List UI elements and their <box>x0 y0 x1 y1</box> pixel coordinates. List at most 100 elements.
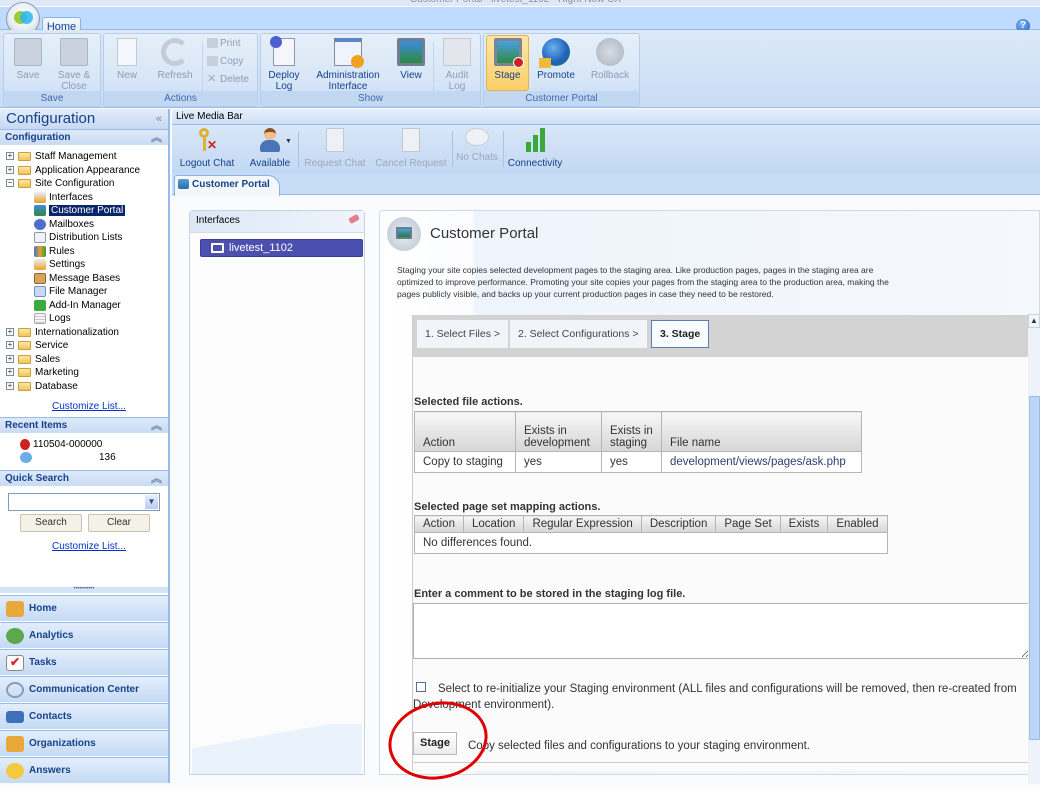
tree-item-database[interactable]: + Database <box>6 380 78 393</box>
promote-icon <box>539 38 570 68</box>
ribbon-group-customer-portal: Stage Promote Rollback Customer Portal <box>483 33 640 107</box>
view-button[interactable]: View <box>392 36 430 81</box>
folder-icon <box>18 178 31 188</box>
workspace-answers[interactable]: Answers <box>0 757 168 783</box>
recent-item[interactable]: 136 <box>20 451 116 464</box>
column-header: Location <box>462 515 525 533</box>
refresh-button[interactable]: Refresh <box>152 36 198 81</box>
page-icon <box>117 38 137 66</box>
mailbox-icon <box>34 218 46 230</box>
section-recent-items[interactable]: Recent Items ︽ <box>0 417 168 433</box>
expand-icon[interactable]: + <box>6 382 14 391</box>
workspace-home[interactable]: Home <box>0 595 168 621</box>
request-chat-icon <box>326 128 344 152</box>
tree-item-add-in-manager[interactable]: Add-In Manager <box>34 299 121 312</box>
tree-item-file-manager[interactable]: File Manager <box>34 285 107 298</box>
mapping-actions-heading: Selected page set mapping actions. <box>414 501 601 513</box>
administration-interface-button[interactable]: Administration Interface <box>309 36 387 92</box>
customize-list-link[interactable]: Customize List... <box>52 401 126 412</box>
tree-item-sales[interactable]: + Sales <box>6 353 60 366</box>
new-button[interactable]: New <box>108 36 146 81</box>
navigation-pane: Configuration « Configuration ︽ + Staff Man… <box>0 109 170 783</box>
collapse-section-icon[interactable]: ︽ <box>151 418 162 434</box>
copy-button[interactable]: Copy <box>207 53 243 71</box>
tree-item-marketing[interactable]: + Marketing <box>6 366 79 379</box>
scrollbar-thumb[interactable] <box>1029 396 1040 740</box>
tree-item-rules[interactable]: Rules <box>34 245 75 258</box>
reinitialize-checkbox[interactable] <box>416 682 426 692</box>
document-tab-strip <box>172 173 1040 195</box>
section-quick-search[interactable]: Quick Search ︽ <box>0 470 168 486</box>
no-chats-button[interactable]: No Chats <box>455 128 499 163</box>
search-button[interactable]: Search <box>20 514 82 532</box>
save-and-close-button[interactable]: Save & Close <box>52 36 96 92</box>
expand-icon[interactable]: + <box>6 368 14 377</box>
printer-icon <box>207 38 218 49</box>
tab-customer-portal[interactable]: Customer Portal <box>174 175 280 196</box>
group-label: Customer Portal <box>484 91 639 106</box>
stage-ribbon-button[interactable]: Stage <box>486 35 529 91</box>
tree-item-customer-portal[interactable]: Customer Portal <box>34 204 126 217</box>
expand-icon[interactable]: + <box>6 341 14 350</box>
workspace-analytics[interactable]: Analytics <box>0 622 168 648</box>
tree-item-staff-management[interactable]: + Staff Management <box>6 150 117 163</box>
workspace-contacts[interactable]: Contacts <box>0 703 168 729</box>
tree-item-site-configuration[interactable]: − Site Configuration <box>6 177 115 190</box>
recent-item[interactable]: 110504-000000 <box>20 438 102 451</box>
interface-item-livetest-1102[interactable]: livetest_1102 <box>200 239 363 257</box>
cancel-request-button[interactable]: Cancel Request <box>374 128 448 169</box>
expand-icon[interactable]: + <box>6 328 14 337</box>
available-status-button[interactable]: ▼ Available <box>247 128 293 169</box>
section-configuration[interactable]: Configuration ︽ <box>0 129 168 145</box>
quick-search-select[interactable]: ▼ <box>8 493 160 511</box>
tree-item-mailboxes[interactable]: Mailboxes <box>34 218 94 231</box>
tree-item-distribution-lists[interactable]: Distribution Lists <box>34 231 122 244</box>
signal-bars-icon <box>523 128 547 152</box>
step-select-configurations[interactable]: 2. Select Configurations > <box>510 320 647 348</box>
tree-item-message-bases[interactable]: Message Bases <box>34 272 120 285</box>
key-x-icon: ✕ <box>195 128 219 152</box>
tree-item-service[interactable]: + Service <box>6 339 68 352</box>
collapse-section-icon[interactable]: ︽ <box>151 471 162 487</box>
logout-chat-button[interactable]: ✕ Logout Chat <box>177 128 237 169</box>
collapse-icon[interactable]: − <box>6 179 14 188</box>
vertical-scrollbar[interactable]: ▲ <box>1028 314 1040 784</box>
expand-icon[interactable]: + <box>6 166 14 175</box>
tree-item-interfaces[interactable]: Interfaces <box>34 191 93 204</box>
workspace-communication-center[interactable]: Communication Center <box>0 676 168 702</box>
audit-log-button[interactable]: Audit Log <box>438 36 476 92</box>
pane-splitter[interactable]: •••••••••• <box>0 586 168 593</box>
customize-list-link-2[interactable]: Customize List... <box>52 541 126 552</box>
logs-icon <box>34 312 46 324</box>
workspace-organizations[interactable]: Organizations <box>0 730 168 756</box>
promote-button[interactable]: Promote <box>533 36 579 81</box>
connectivity-button[interactable]: Connectivity <box>506 128 564 169</box>
print-button[interactable]: Print <box>207 35 241 53</box>
tree-item-logs[interactable]: Logs <box>34 312 71 325</box>
clear-button[interactable]: Clear <box>88 514 150 532</box>
floppy-close-icon <box>60 38 88 66</box>
expand-icon[interactable]: + <box>6 355 14 364</box>
tree-item-internationalization[interactable]: + Internationalization <box>6 326 119 339</box>
collapse-section-icon[interactable]: ︽ <box>151 130 162 146</box>
puzzle-icon <box>34 299 46 311</box>
tree-item-application-appearance[interactable]: + Application Appearance <box>6 164 140 177</box>
rollback-icon <box>596 38 624 66</box>
tree-item-settings[interactable]: Settings <box>34 258 85 271</box>
deploy-log-button[interactable]: Deploy Log <box>264 36 304 92</box>
step-select-files[interactable]: 1. Select Files > <box>417 320 508 348</box>
workspace-tasks[interactable]: ✔ Tasks <box>0 649 168 675</box>
scroll-up-icon[interactable]: ▲ <box>1028 314 1040 328</box>
chevron-down-icon[interactable]: ▼ <box>145 495 158 509</box>
collapse-pane-icon[interactable]: « <box>156 109 162 129</box>
delete-button[interactable]: ✕ Delete <box>207 71 249 89</box>
rollback-button[interactable]: Rollback <box>585 36 635 81</box>
expand-icon[interactable]: + <box>6 152 14 161</box>
staging-comment-input[interactable] <box>413 603 1031 659</box>
step-stage[interactable]: 3. Stage <box>651 320 710 348</box>
globe-monitor-icon <box>397 38 425 66</box>
request-chat-button[interactable]: Request Chat <box>303 128 367 169</box>
save-button[interactable]: Save <box>8 36 48 81</box>
column-header: File name <box>661 411 862 452</box>
group-label: Actions <box>104 91 257 106</box>
